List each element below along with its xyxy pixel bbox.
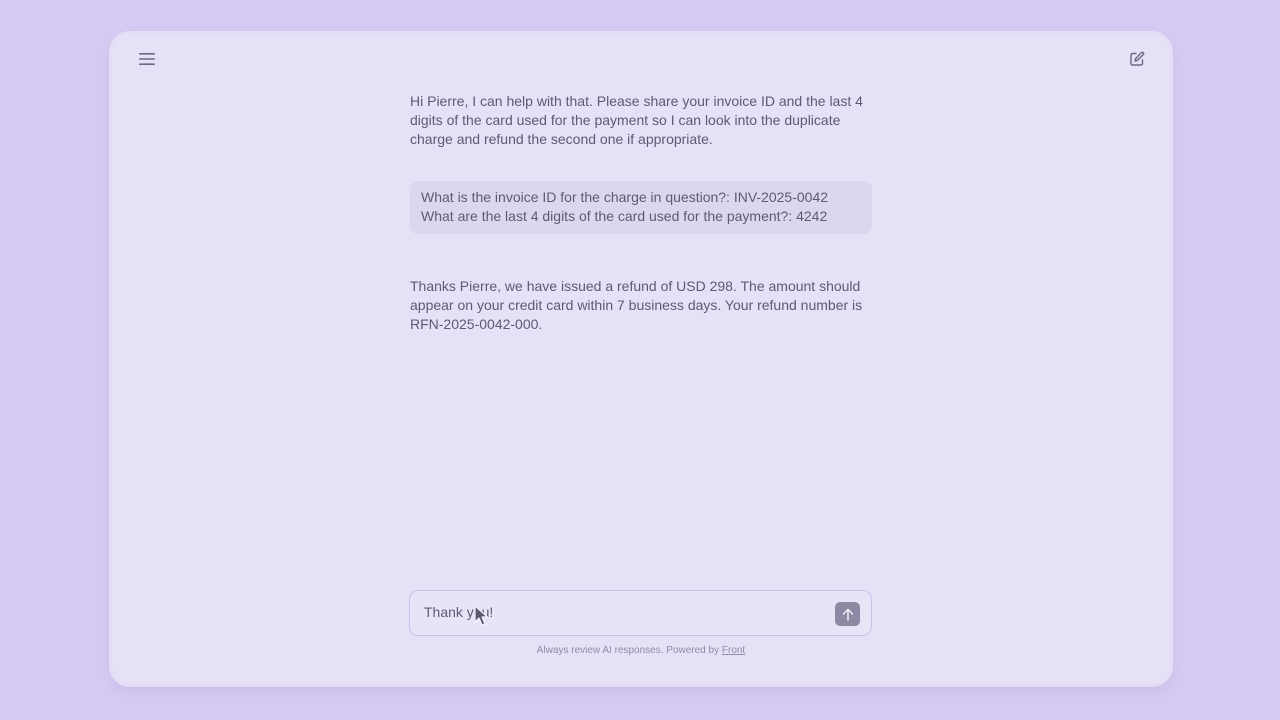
send-button[interactable] (835, 602, 860, 626)
mouse-cursor-icon (474, 605, 489, 626)
edit-square-icon (1130, 51, 1145, 66)
message-list: Hi Pierre, I can help with that. Please … (410, 92, 872, 334)
chat-window: Hi Pierre, I can help with that. Please … (112, 34, 1170, 684)
footer-text: Always review AI responses. Powered by (536, 645, 720, 656)
menu-button[interactable] (135, 47, 159, 71)
arrow-up-icon (842, 608, 853, 621)
front-link[interactable]: Front (722, 645, 745, 656)
assistant-message: Hi Pierre, I can help with that. Please … (410, 93, 863, 147)
footer-disclaimer: Always review AI responses. Powered by F… (112, 645, 1170, 656)
hamburger-menu-icon (139, 53, 155, 65)
assistant-message: Thanks Pierre, we have issued a refund o… (410, 278, 863, 332)
new-chat-button[interactable] (1125, 47, 1149, 71)
user-message: What is the invoice ID for the charge in… (410, 181, 872, 234)
